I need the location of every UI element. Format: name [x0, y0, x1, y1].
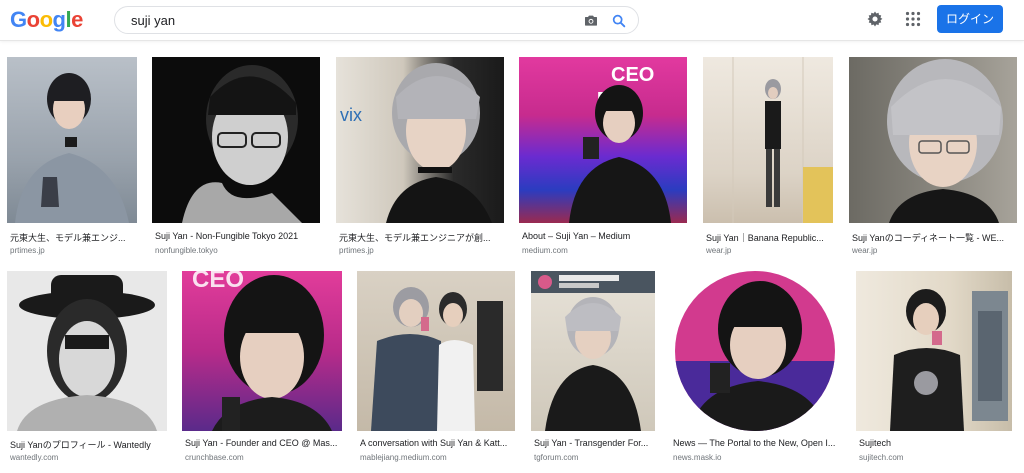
image-result[interactable]: vix 元東大生、モデル兼エンジニアが創... prtimes.jp [336, 57, 504, 257]
result-title[interactable]: About – Suji Yan – Medium [522, 231, 686, 241]
result-thumbnail[interactable] [703, 57, 833, 223]
result-thumbnail[interactable] [357, 271, 515, 431]
top-bar: Google suji yan ログイン [0, 0, 1024, 41]
image-result[interactable]: Sujitech sujitech.com [856, 271, 1012, 471]
result-source: prtimes.jp [10, 246, 45, 255]
result-source: tgforum.com [534, 453, 579, 462]
result-thumbnail[interactable] [7, 271, 167, 431]
camera-icon[interactable] [583, 13, 599, 29]
result-thumbnail[interactable] [7, 57, 137, 223]
result-thumbnail[interactable] [531, 271, 655, 431]
result-source: news.mask.io [673, 453, 722, 462]
result-title[interactable]: A conversation with Suji Yan & Katt... [360, 438, 514, 448]
image-result[interactable]: A conversation with Suji Yan & Katt... m… [357, 271, 515, 471]
result-title[interactable]: 元東大生、モデル兼エンジ... [10, 231, 136, 244]
google-logo[interactable]: Google [10, 8, 83, 32]
result-title[interactable]: Suji Yan - Non-Fungible Tokyo 2021 [155, 231, 319, 241]
result-thumbnail[interactable]: CEO [182, 271, 342, 431]
result-title[interactable]: Suji Yan - Transgender For... [534, 438, 654, 448]
result-thumbnail[interactable] [152, 57, 320, 223]
result-title[interactable]: News — The Portal to the New, Open I... [673, 438, 839, 448]
result-title[interactable]: Suji Yanのプロフィール - Wantedly [10, 438, 166, 451]
result-thumbnail[interactable] [856, 271, 1012, 431]
image-result[interactable]: Suji Yanのコーディネート一覧 - WE... wear.jp [849, 57, 1017, 257]
result-title[interactable]: Suji Yan｜Banana Republic... [706, 231, 832, 244]
image-result[interactable]: Suji Yan - Non-Fungible Tokyo 2021 nonfu… [152, 57, 320, 257]
result-source: mablejiang.medium.com [360, 453, 447, 462]
result-thumbnail[interactable]: CEO Dav [519, 57, 687, 223]
result-thumbnail[interactable] [849, 57, 1017, 223]
result-source: wantedly.com [10, 453, 59, 462]
result-thumbnail[interactable]: vix [336, 57, 504, 223]
image-result[interactable]: Suji Yan - Transgender For... tgforum.co… [531, 271, 655, 471]
result-title[interactable]: 元東大生、モデル兼エンジニアが創... [339, 231, 503, 244]
result-title[interactable]: Suji Yanのコーディネート一覧 - WE... [852, 231, 1016, 244]
search-box[interactable]: suji yan [114, 6, 639, 34]
result-source: wear.jp [852, 246, 878, 255]
background-sign-text: CEO [192, 271, 244, 293]
background-sign-text: vix [340, 105, 362, 125]
result-source: crunchbase.com [185, 453, 244, 462]
image-result[interactable]: CEO Dav About – Suji Yan – Medium medium… [519, 57, 687, 257]
image-result[interactable]: 元東大生、モデル兼エンジ... prtimes.jp [7, 57, 137, 257]
image-result[interactable]: News — The Portal to the New, Open I... … [670, 271, 840, 471]
image-result[interactable]: Suji Yan｜Banana Republic... wear.jp [703, 57, 833, 257]
result-source: prtimes.jp [339, 246, 374, 255]
search-icon[interactable] [611, 13, 627, 29]
result-thumbnail[interactable] [670, 271, 840, 431]
image-result[interactable]: Suji Yanのプロフィール - Wantedly wantedly.com [7, 271, 167, 471]
result-source: wear.jp [706, 246, 732, 255]
apps-grid-icon[interactable] [905, 11, 921, 27]
gear-icon[interactable] [866, 10, 884, 28]
result-source: medium.com [522, 246, 568, 255]
login-button[interactable]: ログイン [937, 5, 1003, 33]
image-result[interactable]: CEO Suji Yan - Founder and CEO @ Mas... … [182, 271, 342, 471]
result-title[interactable]: Suji Yan - Founder and CEO @ Mas... [185, 438, 341, 448]
background-sign-text: CEO [611, 64, 654, 86]
result-source: sujitech.com [859, 453, 904, 462]
search-input[interactable]: suji yan [131, 13, 175, 28]
result-title[interactable]: Sujitech [859, 438, 1011, 448]
result-source: nonfungible.tokyo [155, 246, 218, 255]
